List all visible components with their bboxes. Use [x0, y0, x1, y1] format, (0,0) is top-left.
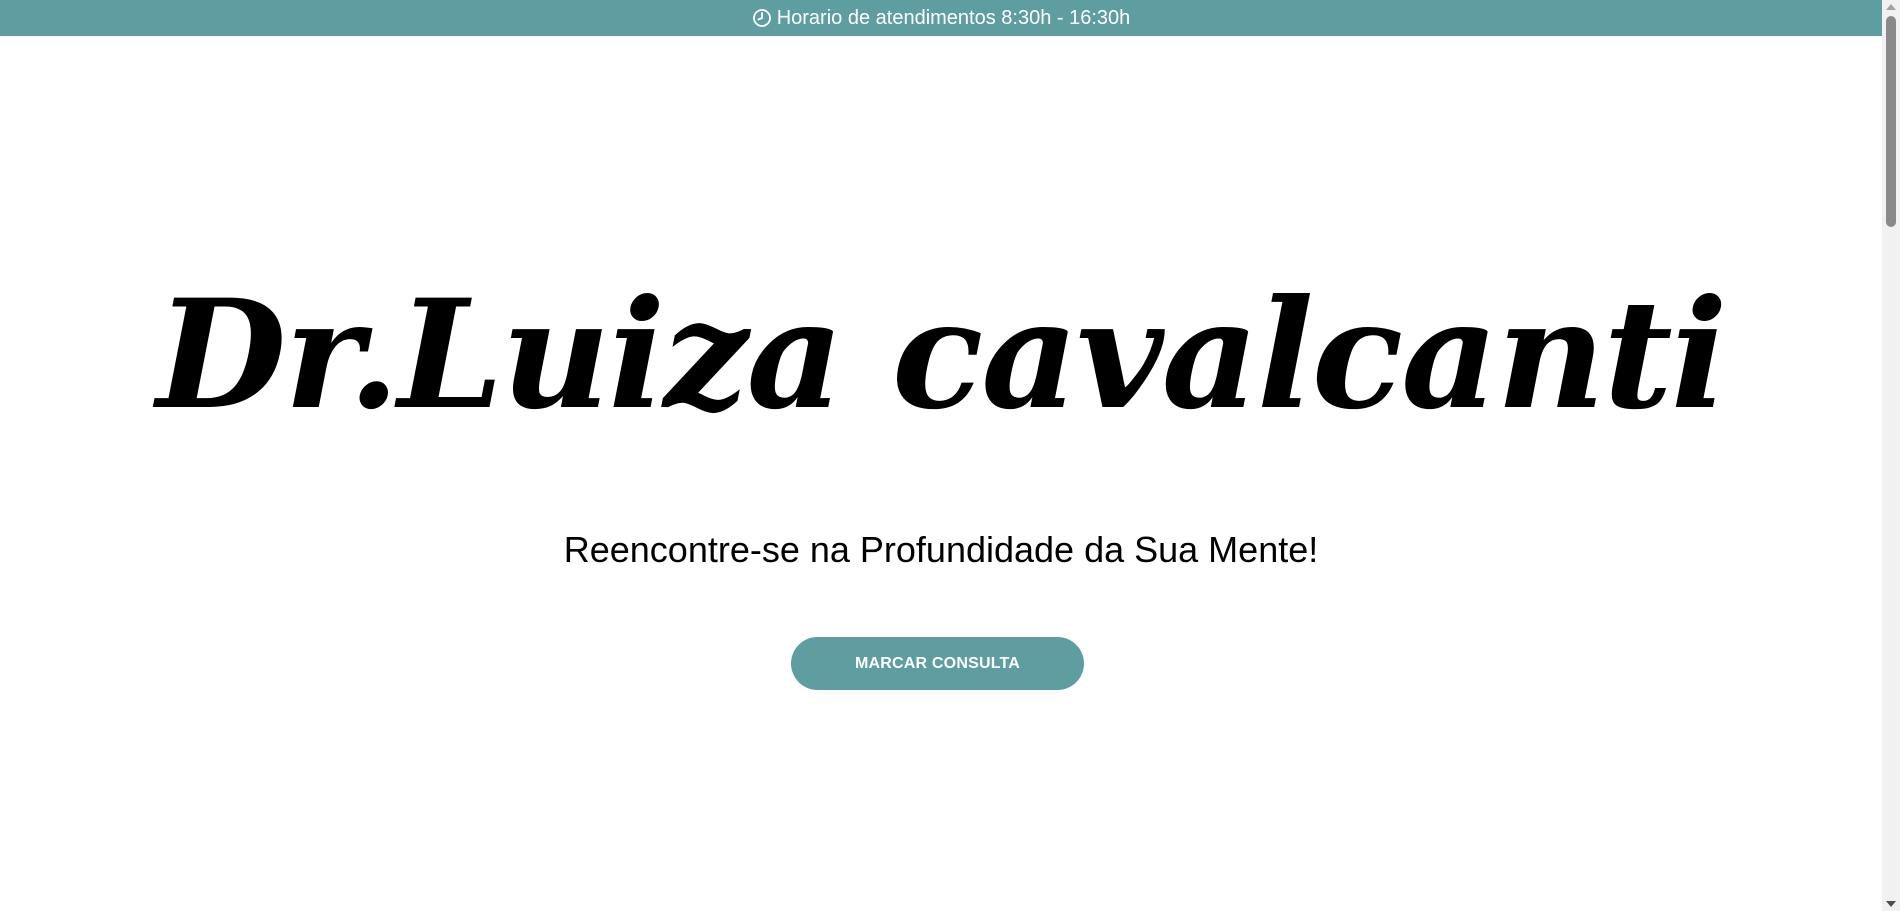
hero-subtitle: Reencontre-se na Profundidade da Sua Men…: [563, 529, 1319, 570]
book-appointment-button[interactable]: MARCAR CONSULTA: [791, 637, 1084, 690]
business-hours-bar: Horario de atendimentos 8:30h - 16:30h: [0, 0, 1882, 36]
clock-icon: [752, 8, 772, 28]
page: Horario de atendimentos 8:30h - 16:30h D…: [0, 0, 1900, 911]
vertical-scrollbar[interactable]: [1882, 0, 1900, 911]
scroll-up-arrow-icon[interactable]: [1886, 4, 1896, 10]
business-hours-text: Horario de atendimentos 8:30h - 16:30h: [776, 7, 1131, 29]
hero-section: [0, 36, 1882, 911]
scroll-down-arrow-icon[interactable]: [1886, 901, 1896, 907]
scrollbar-thumb[interactable]: [1886, 16, 1896, 227]
hero-title: Dr.Luiza cavalcanti: [156, 267, 1727, 443]
